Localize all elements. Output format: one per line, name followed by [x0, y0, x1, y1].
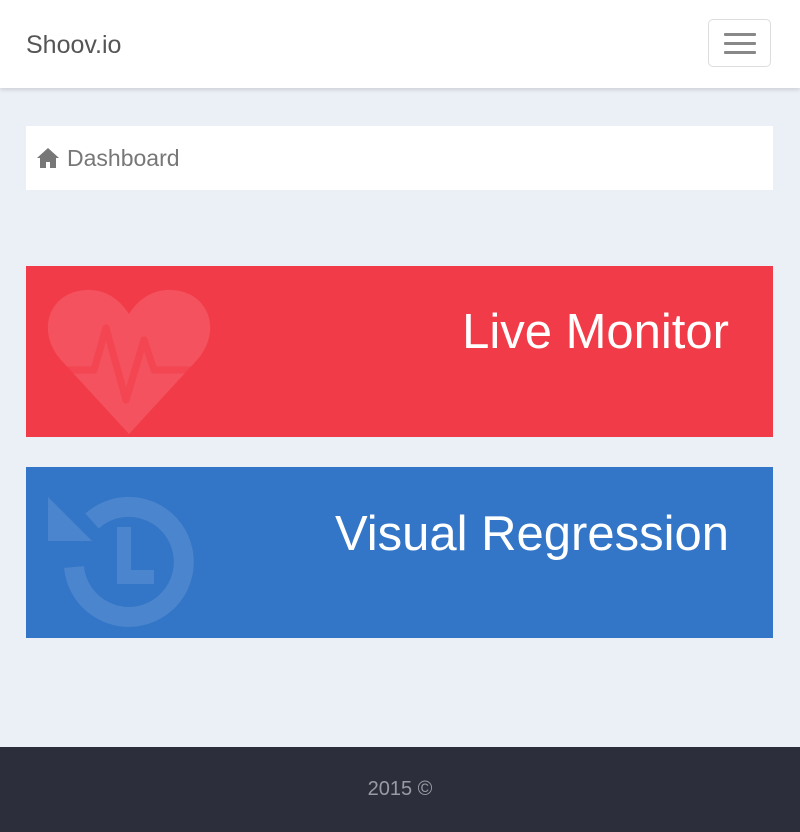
- brand-link[interactable]: Shoov.io: [26, 29, 121, 61]
- footer: 2015 ©: [0, 747, 800, 832]
- visual-regression-title: Visual Regression: [334, 507, 729, 561]
- hamburger-icon-bar: [724, 51, 756, 54]
- copyright-text: 2015 ©: [367, 778, 433, 800]
- history-icon: [48, 496, 194, 627]
- menu-toggle-button[interactable]: [708, 19, 771, 67]
- live-monitor-title: Live Monitor: [462, 305, 729, 359]
- breadcrumb-dashboard[interactable]: Dashboard: [67, 144, 180, 172]
- breadcrumb: Dashboard: [26, 126, 773, 190]
- hamburger-icon-bar: [724, 42, 756, 45]
- visual-regression-tile[interactable]: Visual Regression: [26, 467, 773, 638]
- live-monitor-tile[interactable]: Live Monitor: [26, 266, 773, 437]
- hamburger-icon: [724, 33, 756, 36]
- home-icon: [37, 148, 59, 168]
- heartbeat-icon: [47, 289, 211, 434]
- navbar: Shoov.io: [0, 0, 800, 88]
